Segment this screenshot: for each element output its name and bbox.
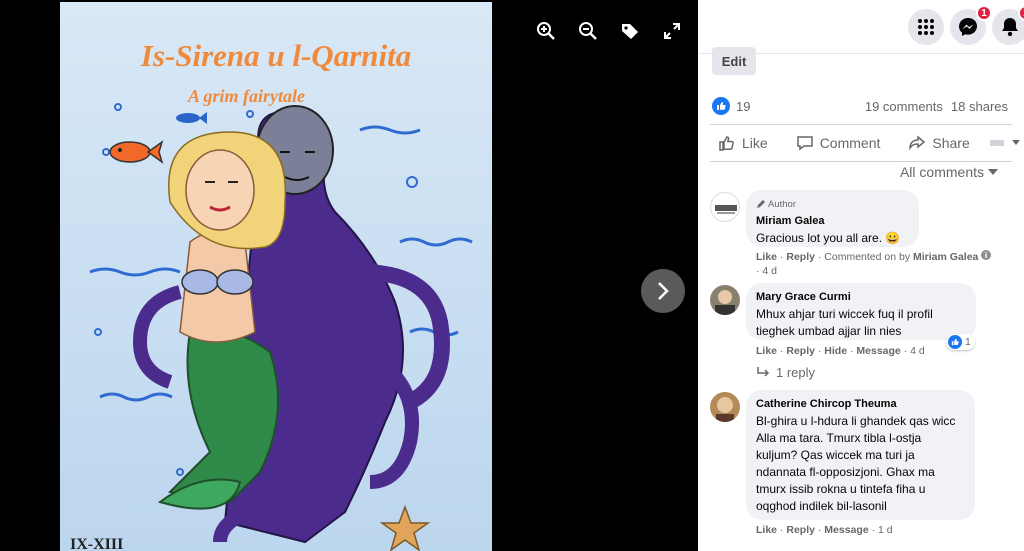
- like-link[interactable]: Like: [756, 251, 777, 263]
- comment-bubble: Catherine Chircop Theuma Bl-ghira u l-hd…: [746, 390, 975, 520]
- comment-meta: Like · Reply · Message · 1 d: [756, 524, 893, 536]
- photo-footer: IX-XIII: [70, 536, 124, 551]
- zoom-out-icon[interactable]: [577, 20, 599, 42]
- comment-time: · 4 d: [756, 265, 778, 277]
- comment-bubble: Mary Grace Curmi Mhux ahjar turi wiccek …: [746, 283, 976, 340]
- fullscreen-icon[interactable]: [661, 20, 683, 42]
- post-as-selector[interactable]: [989, 138, 1020, 148]
- commenter-link[interactable]: Miriam Galea: [913, 251, 978, 263]
- caret-down-icon: [988, 168, 998, 175]
- zoom-in-icon[interactable]: [535, 20, 557, 42]
- shares-count[interactable]: 18 shares: [951, 99, 1008, 114]
- post-actions: Like Comment Share: [710, 124, 1020, 162]
- photo-subtitle: A grim fairytale: [188, 86, 305, 106]
- comment-time: 1 d: [878, 524, 893, 536]
- avatar[interactable]: [710, 392, 740, 422]
- like-reaction-icon: [712, 97, 730, 115]
- post-stats: 19 19 comments 18 shares: [712, 96, 1008, 116]
- share-label: Share: [932, 135, 970, 151]
- photo-title: Is-Sirena u l-Qarnita: [140, 38, 412, 73]
- chevron-right-icon: [658, 282, 669, 300]
- comment-item: Catherine Chircop Theuma Bl-ghira u l-hd…: [710, 390, 1014, 540]
- message-link[interactable]: Message: [824, 524, 868, 536]
- comment-time: 4 d: [910, 345, 925, 357]
- messenger-icon: [959, 18, 977, 36]
- comments-count[interactable]: 19 comments: [865, 99, 943, 114]
- top-bar: 1 2: [698, 0, 1024, 54]
- next-photo-button[interactable]: [641, 269, 685, 313]
- orange-fish: [109, 140, 164, 164]
- post-photo[interactable]: Is-Sirena u l-Qarnita A grim fairytale I…: [60, 2, 492, 551]
- post-panel: 1 2 Edit 19 19 comments 18 shares Like C…: [698, 0, 1024, 551]
- pencil-icon: [757, 200, 765, 208]
- reply-link[interactable]: Reply: [786, 345, 815, 357]
- messenger-button[interactable]: 1: [950, 5, 992, 45]
- comment-label: Comment: [819, 135, 881, 151]
- edit-button[interactable]: Edit: [712, 47, 756, 75]
- share-button[interactable]: Share: [900, 134, 970, 152]
- like-link[interactable]: Like: [756, 524, 777, 536]
- comment-text: Bl-ghira u l-hdura li ghandek qas wicc A…: [756, 414, 956, 513]
- photo-viewer: Is-Sirena u l-Qarnita A grim fairytale I…: [0, 0, 698, 551]
- thumbs-up-icon: [719, 136, 734, 151]
- reply-link[interactable]: Reply: [786, 251, 815, 263]
- comment-meta: Like · Reply · Commented on by Miriam Ga…: [756, 250, 992, 263]
- reply-arrow-icon: [757, 366, 770, 377]
- tag-icon[interactable]: [619, 20, 641, 42]
- comment-author[interactable]: Mary Grace Curmi: [756, 289, 966, 306]
- blue-fish: [176, 112, 207, 124]
- comment-item: Author Miriam Galea Gracious lot you all…: [710, 190, 1014, 280]
- illustration: [89, 103, 473, 551]
- share-icon: [909, 135, 926, 151]
- comment-filter-label: All comments: [899, 164, 984, 180]
- message-link[interactable]: Message: [856, 345, 900, 357]
- comment-button[interactable]: Comment: [788, 134, 881, 152]
- like-button[interactable]: Like: [710, 134, 768, 152]
- view-replies-link[interactable]: 1 reply: [756, 365, 815, 380]
- avatar[interactable]: [710, 192, 740, 222]
- page-avatar-icon: [989, 140, 1004, 146]
- caret-down-icon: [1011, 140, 1020, 145]
- comment-text: Gracious lot you all are. 😀: [756, 231, 901, 245]
- comment-item: Mary Grace Curmi Mhux ahjar turi wiccek …: [710, 283, 1014, 383]
- avatar[interactable]: [710, 285, 740, 315]
- author-tag: Author: [756, 196, 909, 213]
- comment-text: Mhux ahjar turi wiccek fuq il profil tie…: [756, 307, 933, 338]
- reply-link[interactable]: Reply: [786, 524, 815, 536]
- hide-link[interactable]: Hide: [824, 345, 847, 357]
- menu-button[interactable]: [908, 9, 944, 45]
- bell-icon: [1002, 18, 1018, 37]
- comment-filter[interactable]: All comments: [900, 164, 998, 180]
- messenger-badge: 1: [976, 5, 992, 21]
- comment-bubble: Author Miriam Galea Gracious lot you all…: [746, 190, 919, 247]
- viewer-toolbar: [535, 20, 683, 44]
- comment-meta: Like · Reply · Hide · Message · 4 d: [756, 345, 925, 357]
- like-reaction-icon: [948, 335, 962, 349]
- reaction-counter[interactable]: 1: [946, 334, 975, 350]
- comment-author[interactable]: Catherine Chircop Theuma: [756, 396, 965, 413]
- like-label: Like: [742, 135, 768, 151]
- info-icon[interactable]: [981, 250, 992, 260]
- like-link[interactable]: Like: [756, 345, 777, 357]
- comment-icon: [796, 136, 813, 151]
- comment-author[interactable]: Miriam Galea: [756, 213, 909, 230]
- grid-menu-icon: [918, 19, 934, 35]
- notifications-button[interactable]: 2: [992, 5, 1024, 45]
- reaction-count[interactable]: 19: [736, 99, 750, 114]
